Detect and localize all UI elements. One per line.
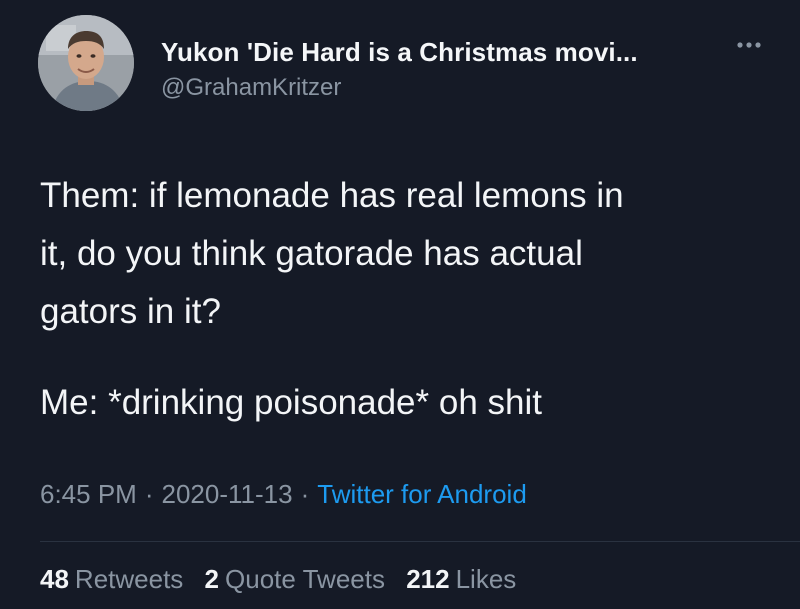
author-handle[interactable]: @GrahamKritzer: [161, 74, 341, 102]
likes-label: Likes: [455, 564, 517, 594]
tweet-date[interactable]: 2020-11-13: [162, 479, 293, 509]
author-display-name[interactable]: Yukon 'Die Hard is a Christmas movi...: [161, 37, 638, 68]
tweet-text-line: Me: *drinking poisonade* oh shit: [40, 383, 542, 422]
meta-separator: ·: [300, 479, 310, 509]
quote-tweets-count: 2: [204, 564, 220, 594]
tweet-source-link[interactable]: Twitter for Android: [317, 479, 527, 509]
more-options-button[interactable]: [732, 35, 766, 55]
likes-stat[interactable]: 212 Likes: [406, 564, 516, 594]
tweet-time[interactable]: 6:45 PM: [40, 479, 137, 509]
tweet-card: Yukon 'Die Hard is a Christmas movi... @…: [0, 0, 800, 609]
divider: [40, 541, 800, 542]
tweet-stats: 48 Retweets 2 Quote Tweets 212 Likes: [40, 564, 530, 595]
quote-tweets-label: Quote Tweets: [225, 564, 385, 594]
avatar-photo-icon: [38, 15, 134, 111]
meta-separator: ·: [144, 479, 154, 509]
tweet-text-line: it, do you think gatorade has actual: [40, 234, 583, 273]
retweets-count: 48: [40, 564, 69, 594]
tweet-text-line: Them: if lemonade has real lemons in: [40, 176, 624, 215]
quote-tweets-stat[interactable]: 2 Quote Tweets: [205, 564, 385, 594]
author-avatar[interactable]: [38, 15, 134, 111]
likes-count: 212: [406, 564, 450, 594]
ellipsis-icon: [737, 42, 761, 48]
tweet-metadata: 6:45 PM · 2020-11-13 · Twitter for Android: [40, 479, 527, 510]
retweets-label: Retweets: [74, 564, 184, 594]
tweet-text-line: gators in it?: [40, 292, 221, 331]
retweets-stat[interactable]: 48 Retweets: [40, 564, 183, 594]
